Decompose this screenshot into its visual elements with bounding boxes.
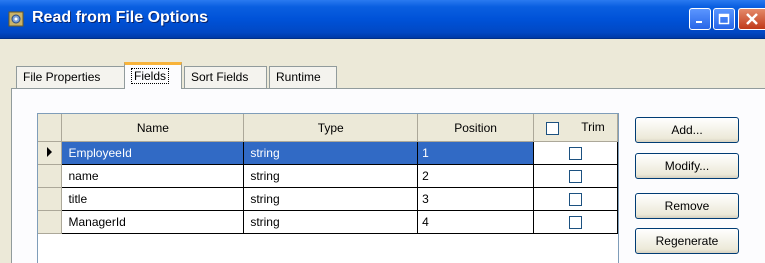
grid-header-row: Name Type Position Trim xyxy=(38,114,618,142)
trim-checkbox[interactable] xyxy=(569,147,583,161)
maximize-icon xyxy=(718,13,730,25)
cell-trim[interactable] xyxy=(533,141,618,165)
tab-label: File Properties xyxy=(23,70,101,84)
remove-button[interactable]: Remove xyxy=(635,193,739,219)
add-button[interactable]: Add... xyxy=(635,117,739,143)
row-header[interactable] xyxy=(38,210,63,234)
row-header[interactable] xyxy=(38,187,63,211)
close-icon xyxy=(746,13,758,25)
window-title: Read from File Options xyxy=(32,9,209,26)
close-button[interactable] xyxy=(738,8,765,30)
column-header-type[interactable]: Type xyxy=(243,114,419,142)
cell-position[interactable]: 1 xyxy=(417,141,535,165)
cell-trim[interactable] xyxy=(533,210,618,234)
table-row[interactable]: name string 2 xyxy=(38,164,618,188)
trim-all-checkbox[interactable] xyxy=(546,121,560,135)
tab-label: Sort Fields xyxy=(191,70,249,84)
fields-grid[interactable]: Name Type Position Trim EmployeeId strin… xyxy=(37,113,619,263)
regenerate-button[interactable]: Regenerate xyxy=(635,228,739,254)
column-header-name[interactable]: Name xyxy=(61,114,245,142)
cell-trim[interactable] xyxy=(533,164,618,188)
modify-button[interactable]: Modify... xyxy=(635,153,739,179)
maximize-button[interactable] xyxy=(713,8,735,30)
cell-position[interactable]: 4 xyxy=(417,210,535,234)
app-icon xyxy=(8,11,24,27)
cell-type[interactable]: string xyxy=(243,187,419,211)
row-header[interactable] xyxy=(38,164,63,188)
cell-name[interactable]: EmployeeId xyxy=(61,141,245,165)
trim-checkbox[interactable] xyxy=(569,193,583,207)
cell-name[interactable]: ManagerId xyxy=(61,210,245,234)
trim-checkbox[interactable] xyxy=(569,170,583,184)
current-row-arrow-icon xyxy=(47,147,53,157)
table-row[interactable]: title string 3 xyxy=(38,187,618,211)
trim-checkbox[interactable] xyxy=(569,216,583,230)
tab-label: Fields xyxy=(131,68,170,84)
tab-sort-fields[interactable]: Sort Fields xyxy=(184,66,267,88)
tab-fields[interactable]: Fields xyxy=(124,62,182,89)
row-header-corner xyxy=(38,114,63,142)
minimize-icon xyxy=(696,21,702,23)
minimize-button[interactable] xyxy=(689,8,711,30)
cell-position[interactable]: 3 xyxy=(417,187,535,211)
cell-name[interactable]: title xyxy=(61,187,245,211)
cell-name[interactable]: name xyxy=(61,164,245,188)
tab-file-properties[interactable]: File Properties xyxy=(16,66,125,88)
title-bar[interactable]: Read from File Options xyxy=(0,0,765,39)
row-header[interactable] xyxy=(38,141,63,165)
cell-type[interactable]: string xyxy=(243,210,419,234)
table-row[interactable]: EmployeeId string 1 xyxy=(38,141,618,165)
cell-position[interactable]: 2 xyxy=(417,164,535,188)
cell-type[interactable]: string xyxy=(243,164,419,188)
tab-label: Runtime xyxy=(276,70,321,84)
trim-header-label: Trim xyxy=(581,120,605,135)
cell-type[interactable]: string xyxy=(243,141,419,165)
cell-trim[interactable] xyxy=(533,187,618,211)
table-row[interactable]: ManagerId string 4 xyxy=(38,210,618,234)
column-header-position[interactable]: Position xyxy=(417,114,535,142)
column-header-trim[interactable]: Trim xyxy=(533,114,618,142)
tab-runtime[interactable]: Runtime xyxy=(269,66,337,88)
